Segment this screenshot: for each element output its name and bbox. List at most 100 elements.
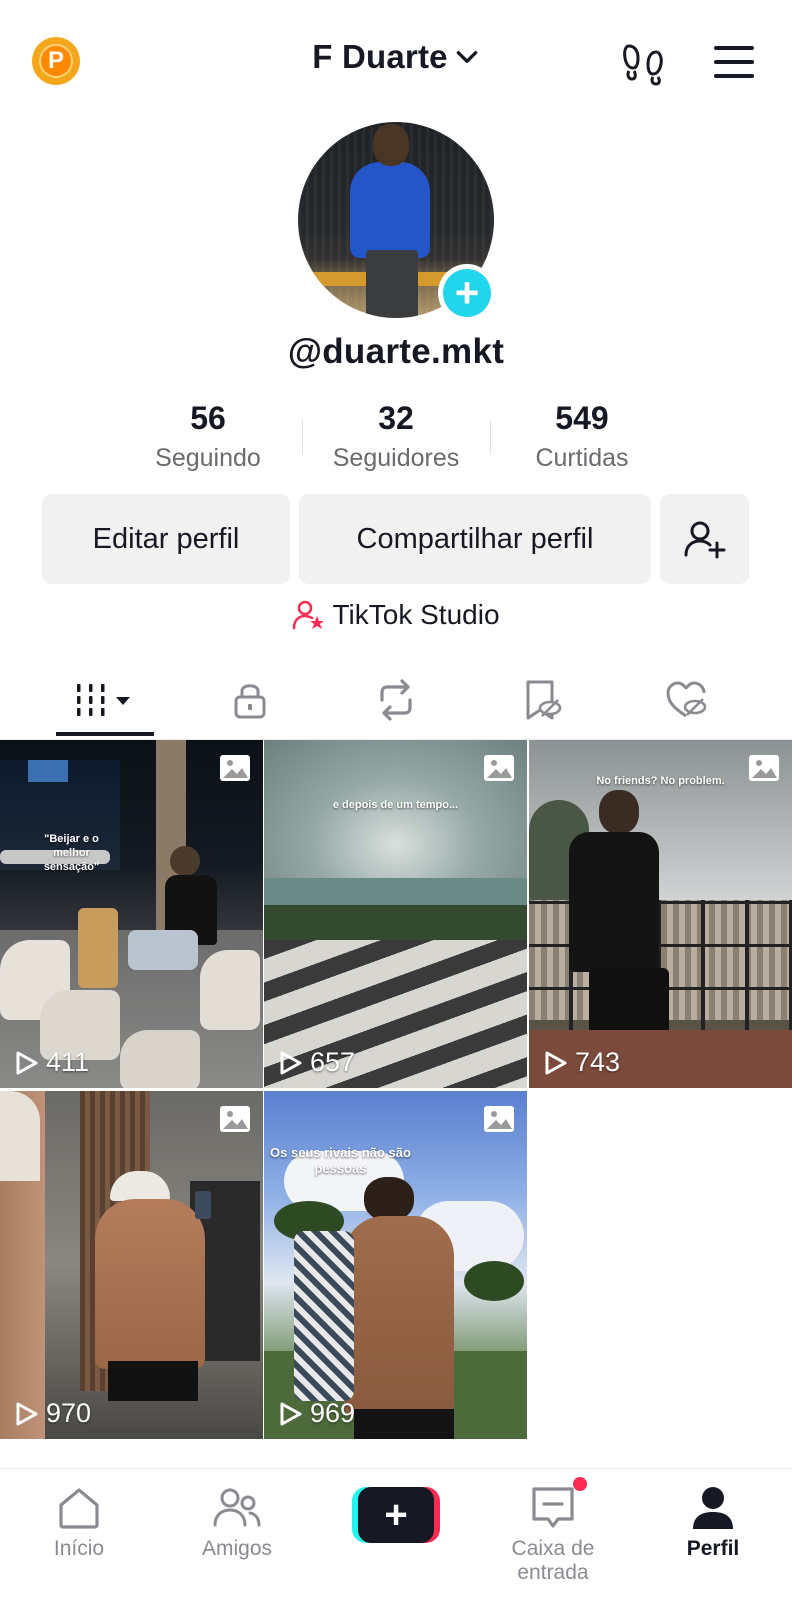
grid-icon: [77, 684, 130, 716]
tiktok-studio-link[interactable]: TikTok Studio: [0, 598, 792, 632]
view-count: 657: [276, 1047, 355, 1078]
play-icon: [16, 1051, 38, 1074]
studio-label: TikTok Studio: [332, 599, 500, 630]
tab-videos[interactable]: [55, 660, 155, 740]
chair: [200, 950, 260, 1030]
photo-icon: [484, 1106, 514, 1132]
notification-dot: [573, 1477, 587, 1491]
nav-label: Amigos: [201, 1537, 273, 1560]
heart-hidden-icon: [666, 681, 707, 718]
nav-label: Perfil: [686, 1537, 740, 1560]
lock-icon: [234, 684, 266, 719]
view-count: 969: [276, 1398, 355, 1429]
view-count-value: 411: [46, 1047, 90, 1077]
avatar-legs: [366, 250, 418, 318]
photo-icon: [484, 755, 514, 781]
nav-home[interactable]: Início: [0, 1483, 158, 1561]
stat-value: 32: [378, 400, 414, 436]
friends-icon: [213, 1488, 261, 1527]
nav-profile[interactable]: Perfil: [634, 1483, 792, 1561]
view-count: 743: [541, 1047, 620, 1078]
post-caption: "Beijar e o melhor sensação": [43, 833, 100, 873]
profile-icon: [693, 1487, 733, 1529]
play-icon: [280, 1051, 302, 1074]
home-icon: [59, 1488, 99, 1529]
post-caption: Os seus rivais não são pessoas: [270, 1145, 411, 1176]
post-thumbnail[interactable]: 970: [0, 1091, 263, 1439]
airport-sign: [28, 760, 68, 782]
stat-label: Curtidas: [535, 444, 629, 472]
stat-label: Seguindo: [155, 444, 261, 472]
post-thumbnail[interactable]: Os seus rivais não são pessoas 969: [264, 1091, 527, 1439]
share-profile-button[interactable]: Compartilhar perfil: [299, 494, 651, 584]
active-tab-indicator: [56, 732, 154, 736]
tab-liked[interactable]: [636, 660, 736, 740]
person-head: [599, 790, 639, 834]
stat-value: 56: [190, 400, 226, 436]
add-user-icon: [684, 521, 725, 559]
nav-friends[interactable]: Amigos: [158, 1483, 316, 1561]
divider: [302, 420, 303, 454]
stat-value: 549: [555, 400, 609, 436]
view-count-value: 969: [310, 1398, 356, 1428]
create-button[interactable]: +: [352, 1487, 440, 1543]
username: @duarte.mkt: [287, 332, 505, 371]
play-icon: [280, 1402, 302, 1425]
studio-user-star-icon: [293, 600, 325, 630]
person-legs: [128, 930, 198, 970]
display-name: F Duarte: [312, 38, 448, 75]
repost-icon: [380, 679, 412, 721]
stat-likes[interactable]: 549 Curtidas: [492, 400, 672, 476]
view-count-value: 743: [575, 1047, 621, 1077]
chair: [120, 1030, 200, 1088]
plus-icon: +: [443, 269, 491, 317]
nav-inbox[interactable]: Caixa de entrada: [474, 1483, 632, 1585]
play-icon: [545, 1051, 567, 1074]
menu-icon[interactable]: [712, 42, 756, 82]
post-thumbnail[interactable]: e depois de um tempo... 657: [264, 740, 527, 1088]
person-back: [344, 1216, 454, 1416]
photo-icon: [220, 755, 250, 781]
bottom-navigation: Início Amigos + Caixa de entrada Perfil: [0, 1468, 792, 1600]
tab-private[interactable]: [200, 660, 300, 740]
add-friend-button[interactable]: [660, 494, 749, 584]
trees: [264, 905, 527, 945]
account-switcher[interactable]: F Duarte: [0, 38, 792, 76]
post-caption: e depois de um tempo...: [332, 799, 459, 811]
nav-label: Início: [53, 1537, 105, 1560]
chevron-down-icon: [456, 51, 478, 63]
tab-reposts[interactable]: [346, 660, 446, 740]
person-back: [95, 1199, 205, 1369]
profile-header: P F Duarte: [0, 0, 792, 120]
stat-followers[interactable]: 32 Seguidores: [306, 400, 486, 476]
view-count: 970: [12, 1398, 91, 1429]
add-photo-button[interactable]: +: [438, 264, 496, 322]
view-count-value: 970: [46, 1398, 92, 1428]
post-thumbnail[interactable]: "Beijar e o melhor sensação" 411: [0, 740, 263, 1088]
shorts: [354, 1409, 454, 1439]
plus-icon: +: [358, 1487, 434, 1543]
stat-following[interactable]: 56 Seguindo: [118, 400, 298, 476]
avatar-figure: [350, 162, 430, 258]
suitcase: [78, 908, 118, 988]
palm-leaves: [464, 1261, 524, 1301]
edit-profile-button[interactable]: Editar perfil: [42, 494, 290, 584]
bookmark-hidden-icon: [526, 680, 562, 720]
tab-favorites[interactable]: [492, 660, 592, 740]
avatar-head: [373, 124, 409, 166]
stat-label: Seguidores: [332, 444, 460, 472]
play-icon: [16, 1402, 38, 1425]
cap: [0, 1091, 40, 1181]
nav-label: Caixa de entrada: [511, 1537, 595, 1584]
person-head: [364, 1177, 414, 1221]
content-tabs: [0, 660, 792, 740]
view-count-value: 657: [310, 1047, 356, 1077]
person-head: [170, 846, 200, 876]
towel: [294, 1231, 354, 1401]
post-thumbnail[interactable]: No friends? No problem. 743: [529, 740, 792, 1088]
photo-icon: [220, 1106, 250, 1132]
view-count: 411: [12, 1047, 89, 1078]
photo-icon: [749, 755, 779, 781]
divider: [490, 420, 491, 454]
footprint-icon[interactable]: [620, 38, 668, 86]
